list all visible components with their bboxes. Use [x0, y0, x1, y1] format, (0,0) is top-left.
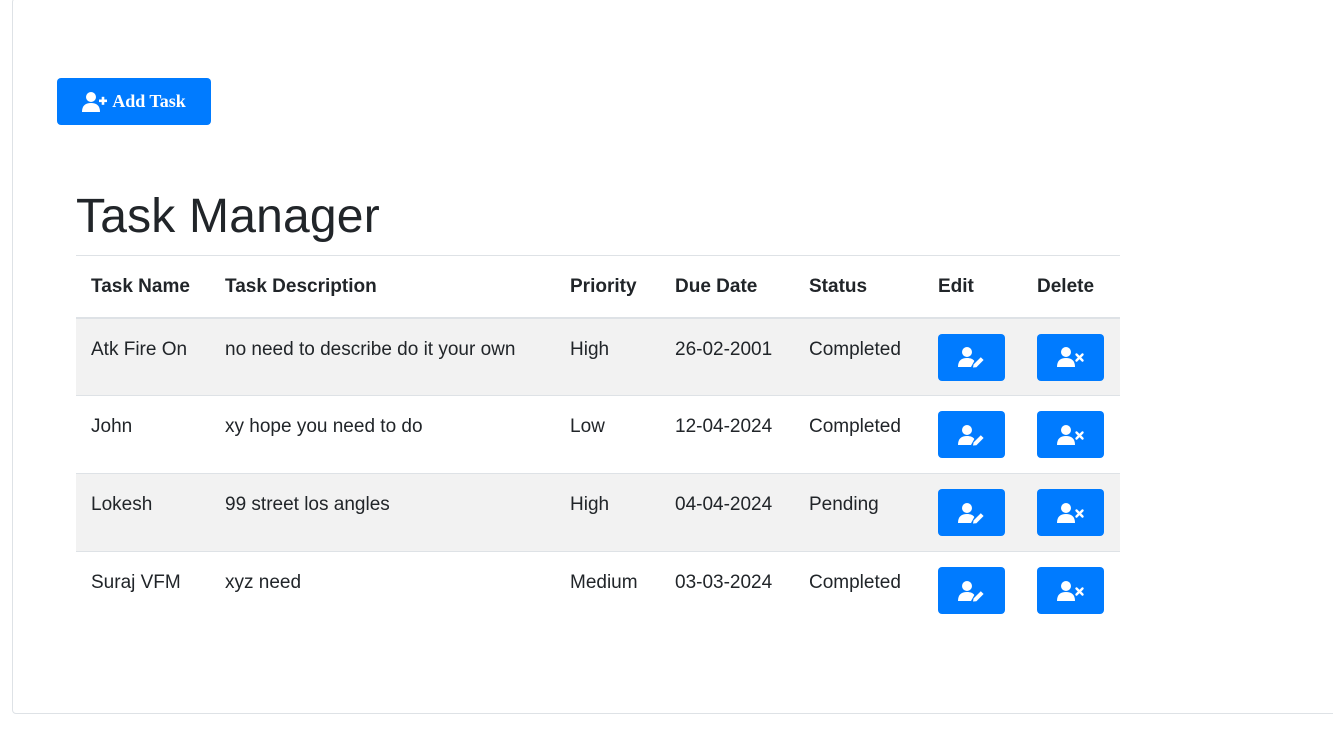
header-delete: Delete: [1022, 255, 1120, 319]
task-description-cell: xyz need: [225, 572, 302, 593]
task-description-cell: 99 street los angles: [225, 494, 390, 515]
add-task-button[interactable]: Add Task: [57, 78, 211, 125]
delete-task-button[interactable]: [1037, 567, 1104, 614]
status-cell: Completed: [809, 416, 901, 437]
header-task-description: Task Description: [210, 255, 555, 319]
due-date-cell: 03-03-2024: [675, 572, 773, 593]
user-plus-icon: [82, 91, 108, 113]
due-date-cell: 26-02-2001: [675, 338, 773, 360]
user-edit-icon: [957, 424, 984, 445]
edit-cell: [923, 318, 1022, 396]
task-name-cell: John: [91, 416, 133, 437]
table-row: Lokesh 99 street los angles High 04-04-2…: [76, 473, 1120, 552]
user-edit-icon: [957, 347, 984, 368]
task-description-cell: xy hope you need to do: [225, 416, 423, 437]
user-times-icon: [1056, 502, 1084, 523]
edit-cell: [923, 552, 1022, 630]
table-row: Atk Fire On no need to describe do it yo…: [76, 317, 1120, 396]
status-cell: Pending: [809, 494, 879, 515]
edit-task-button[interactable]: [938, 567, 1005, 614]
page-title: Task Manager: [76, 190, 380, 243]
edit-task-button[interactable]: [938, 333, 1005, 381]
header-task-name: Task Name: [76, 255, 210, 319]
edit-cell: [923, 396, 1022, 474]
task-description-cell: no need to describe do it your own: [225, 338, 516, 360]
delete-cell: [1022, 474, 1120, 552]
delete-cell: [1022, 396, 1120, 474]
delete-task-button[interactable]: [1037, 411, 1104, 458]
user-times-icon: [1056, 580, 1084, 601]
add-task-label: Add Task: [112, 91, 186, 111]
edit-task-button[interactable]: [938, 489, 1005, 536]
table-row: Suraj VFM xyz need Medium 03-03-2024 Com…: [76, 551, 1120, 630]
priority-cell: High: [570, 338, 610, 360]
delete-cell: [1022, 552, 1120, 630]
table-row: John xy hope you need to do Low 12-04-20…: [76, 395, 1120, 474]
user-edit-icon: [957, 580, 984, 601]
priority-cell: High: [570, 494, 610, 515]
edit-cell: [923, 474, 1022, 552]
user-times-icon: [1056, 347, 1084, 367]
task-name-cell: Lokesh: [91, 494, 153, 515]
delete-task-button[interactable]: [1037, 333, 1104, 381]
user-times-icon: [1056, 424, 1084, 445]
priority-cell: Medium: [570, 572, 638, 593]
delete-cell: [1022, 318, 1120, 396]
table-header-row: Task Name Task Description Priority Due …: [76, 255, 1120, 319]
delete-task-button[interactable]: [1037, 489, 1104, 536]
priority-cell: Low: [570, 416, 605, 437]
task-name-cell: Atk Fire On: [91, 338, 188, 360]
header-edit: Edit: [923, 255, 1022, 319]
task-table: Task Name Task Description Priority Due …: [76, 255, 1120, 630]
due-date-cell: 04-04-2024: [675, 494, 773, 515]
header-status: Status: [794, 255, 923, 319]
status-cell: Completed: [809, 572, 901, 593]
user-edit-icon: [957, 502, 984, 523]
header-priority: Priority: [555, 255, 660, 319]
status-cell: Completed: [809, 338, 901, 360]
task-name-cell: Suraj VFM: [91, 572, 181, 593]
edit-task-button[interactable]: [938, 411, 1005, 458]
header-due-date: Due Date: [660, 255, 794, 319]
due-date-cell: 12-04-2024: [675, 416, 773, 437]
